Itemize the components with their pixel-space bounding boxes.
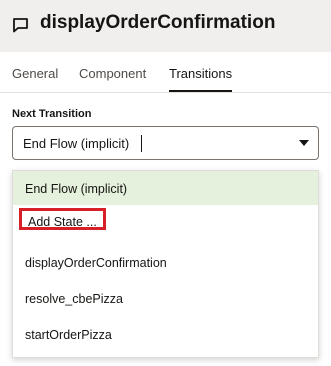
option-label: resolve_cbePizza xyxy=(25,292,123,306)
tab-component[interactable]: Component xyxy=(79,66,146,81)
next-transition-select[interactable]: End Flow (implicit) xyxy=(12,126,319,160)
page-title: displayOrderConfirmation xyxy=(40,12,276,33)
dropdown-option-display-order-confirmation[interactable]: displayOrderConfirmation xyxy=(13,245,318,279)
dropdown-option-end-flow[interactable]: End Flow (implicit) xyxy=(13,171,318,205)
option-label: End Flow (implicit) xyxy=(25,182,128,196)
dropdown-option-resolve-cbe-pizza[interactable]: resolve_cbePizza xyxy=(13,281,318,315)
next-transition-label: Next Transition xyxy=(12,108,92,120)
transition-dropdown-list: End Flow (implicit) Add State ... displa… xyxy=(12,170,319,358)
panel-header: displayOrderConfirmation xyxy=(0,0,331,52)
dropdown-option-start-order-pizza[interactable]: startOrderPizza xyxy=(13,317,318,351)
chat-bubble-icon xyxy=(12,17,29,33)
dropdown-option-add-state[interactable]: Add State ... xyxy=(13,205,318,239)
chevron-down-icon[interactable] xyxy=(299,140,309,146)
tab-bar: General Component Transitions xyxy=(0,52,331,93)
text-cursor xyxy=(141,135,142,152)
option-label: Add State ... xyxy=(19,208,106,230)
option-label: displayOrderConfirmation xyxy=(25,256,167,270)
tabs-divider xyxy=(0,92,331,93)
tab-transitions[interactable]: Transitions xyxy=(169,66,232,81)
tab-general[interactable]: General xyxy=(12,66,58,81)
next-transition-value[interactable]: End Flow (implicit) xyxy=(23,136,129,151)
option-label: startOrderPizza xyxy=(25,328,112,342)
